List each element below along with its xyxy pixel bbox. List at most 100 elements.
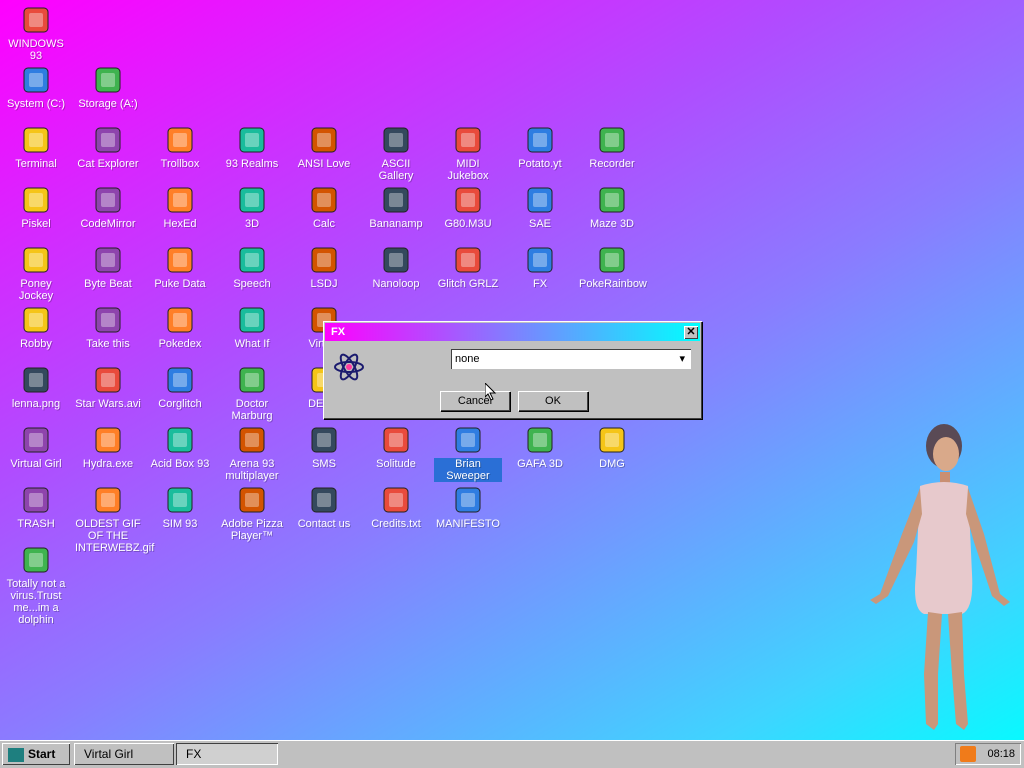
desktop-icon[interactable]: OLDEST GIF OF THE INTERWEBZ.gif	[74, 484, 154, 554]
desktop-icon-label: WINDOWS 93	[8, 38, 64, 62]
desktop-icon-label: MIDI Jukebox	[447, 158, 489, 182]
desktop-icon[interactable]: Recorder	[578, 124, 646, 170]
gafa-icon	[527, 427, 553, 453]
task-fx[interactable]: FX	[176, 743, 278, 765]
desktop-icon[interactable]: Star Wars.avi	[74, 364, 142, 410]
ok-button[interactable]: OK	[518, 391, 588, 411]
desktop-icon[interactable]: Brian Sweeper	[434, 424, 502, 482]
desktop-icon-label: Virtual Girl	[10, 458, 62, 470]
desktop-icon[interactable]: G80.M3U	[434, 184, 502, 230]
system-tray: 08:18	[955, 743, 1021, 765]
desktop-icon[interactable]: Calc	[290, 184, 358, 230]
desktop-icon[interactable]: 3D	[218, 184, 286, 230]
yoda-icon	[95, 367, 121, 393]
realms-icon	[239, 127, 265, 153]
desktop-icon[interactable]: 93 Realms	[218, 124, 286, 170]
desktop-icon[interactable]: Nanoloop	[362, 244, 430, 290]
task-virtual-girl[interactable]: Virtal Girl	[74, 743, 174, 765]
desktop-icon[interactable]: Glitch GRLZ	[434, 244, 502, 290]
desktop-icon-label: Byte Beat	[84, 278, 132, 290]
desktop-icon[interactable]: HexEd	[146, 184, 214, 230]
fx-dialog: FX ✕ none ▾ Cancel OK	[323, 321, 702, 419]
desktop-icon[interactable]: What If	[218, 304, 286, 350]
desktop-icon-label: Totally not a virus.Trust me...im a dolp…	[6, 578, 66, 626]
effect-select[interactable]: none ▾	[451, 349, 691, 369]
desktop-icon-label: Pokedex	[158, 338, 202, 350]
desktop-icon[interactable]: FX	[506, 244, 574, 290]
desktop-icon-label: Arena 93 multiplayer	[225, 458, 279, 482]
desktop-icon[interactable]: ASCII Gallery	[362, 124, 430, 182]
desktop-icon[interactable]: SMS	[290, 424, 358, 470]
dialog-titlebar[interactable]: FX ✕	[325, 323, 700, 341]
desktop-icon[interactable]: Corglitch	[146, 364, 214, 410]
desktop-icon[interactable]: TRASH	[2, 484, 70, 530]
desktop-icon[interactable]: lenna.png	[2, 364, 70, 410]
desktop-icon[interactable]: WINDOWS 93	[2, 4, 70, 62]
close-button[interactable]: ✕	[684, 325, 698, 339]
desktop-icon-label: G80.M3U	[444, 218, 492, 230]
desktop-icon[interactable]: System (C:)	[2, 64, 70, 110]
floppy-drive-icon	[95, 67, 121, 93]
desktop-icon[interactable]: Totally not a virus.Trust me...im a dolp…	[2, 544, 70, 626]
desktop-icon[interactable]: Contact us	[290, 484, 358, 530]
desktop-icon[interactable]: Robby	[2, 304, 70, 350]
start-icon	[8, 747, 24, 762]
desktop-icon[interactable]: Puke Data	[146, 244, 214, 290]
amiga-ball-icon	[527, 187, 553, 213]
desktop-icon-label: Contact us	[297, 518, 351, 530]
desktop-icon[interactable]: Terminal	[2, 124, 70, 170]
desktop-icon[interactable]: Poney Jockey	[2, 244, 70, 302]
desktop-icon[interactable]: Doctor Marburg	[218, 364, 286, 422]
desktop-icon[interactable]: GAFA 3D	[506, 424, 574, 470]
desktop-icon[interactable]: Byte Beat	[74, 244, 142, 290]
desktop-icon-label: Hydra.exe	[82, 458, 134, 470]
desktop-icon[interactable]: Take this	[74, 304, 142, 350]
desktop-icon[interactable]: Bananamp	[362, 184, 430, 230]
ascii-icon	[383, 127, 409, 153]
desktop-icon-label: ASCII Gallery	[378, 158, 414, 182]
desktop-icon[interactable]: Acid Box 93	[146, 424, 214, 470]
desktop-icon[interactable]: Virtual Girl	[2, 424, 70, 470]
desktop-icon[interactable]: LSDJ	[290, 244, 358, 290]
desktop-icon[interactable]: ANSI Love	[290, 124, 358, 170]
desktop-icon-label: Maze 3D	[589, 218, 635, 230]
corgi-icon	[167, 367, 193, 393]
desktop-icon[interactable]: Solitude	[362, 424, 430, 470]
cancel-button[interactable]: Cancel	[440, 391, 510, 411]
desktop-icon[interactable]: Maze 3D	[578, 184, 646, 230]
sms-icon	[311, 427, 337, 453]
desktop-icon[interactable]: SAE	[506, 184, 574, 230]
desktop-icon-label: GAFA 3D	[517, 458, 563, 470]
desktop-icon-label: Potato.yt	[518, 158, 562, 170]
desktop-icon-label: Bananamp	[369, 218, 423, 230]
desktop-icon[interactable]: Cat Explorer	[74, 124, 142, 170]
desktop-icon-label: Cat Explorer	[77, 158, 139, 170]
desktop-icon-label: HexEd	[163, 218, 197, 230]
desktop-icon[interactable]: CodeMirror	[74, 184, 142, 230]
desktop-icon[interactable]: Arena 93 multiplayer	[218, 424, 286, 482]
solitude-icon	[383, 427, 409, 453]
desktop-icon[interactable]: SIM 93	[146, 484, 214, 530]
desktop-icon-label: MANIFESTO	[436, 518, 500, 530]
codemirror-icon	[95, 187, 121, 213]
mouse-cursor-icon	[485, 383, 497, 401]
desktop-icon-label: Acid Box 93	[150, 458, 210, 470]
desktop-icon[interactable]: Speech	[218, 244, 286, 290]
desktop-icon[interactable]: Piskel	[2, 184, 70, 230]
desktop-icon[interactable]: DMG	[578, 424, 646, 470]
desktop-icon[interactable]: Trollbox	[146, 124, 214, 170]
desktop-icon[interactable]: PokeRainbow	[578, 244, 647, 290]
desktop-icon[interactable]: Storage (A:)	[74, 64, 142, 110]
desktop-icon[interactable]: Hydra.exe	[74, 424, 142, 470]
desktop-icon[interactable]: MANIFESTO	[434, 484, 502, 530]
desktop-icon[interactable]: MIDI Jukebox	[434, 124, 502, 182]
start-button[interactable]: Start	[2, 743, 70, 765]
chat-icon	[167, 127, 193, 153]
desktop-icon-label: FX	[532, 278, 548, 290]
desktop-icon[interactable]: Potato.yt	[506, 124, 574, 170]
rss-icon[interactable]	[960, 746, 976, 762]
pixel-guy-icon	[95, 307, 121, 333]
desktop-icon[interactable]: Pokedex	[146, 304, 214, 350]
desktop-icon[interactable]: Credits.txt	[362, 484, 430, 530]
desktop-icon[interactable]: Adobe Pizza Player™	[218, 484, 286, 542]
